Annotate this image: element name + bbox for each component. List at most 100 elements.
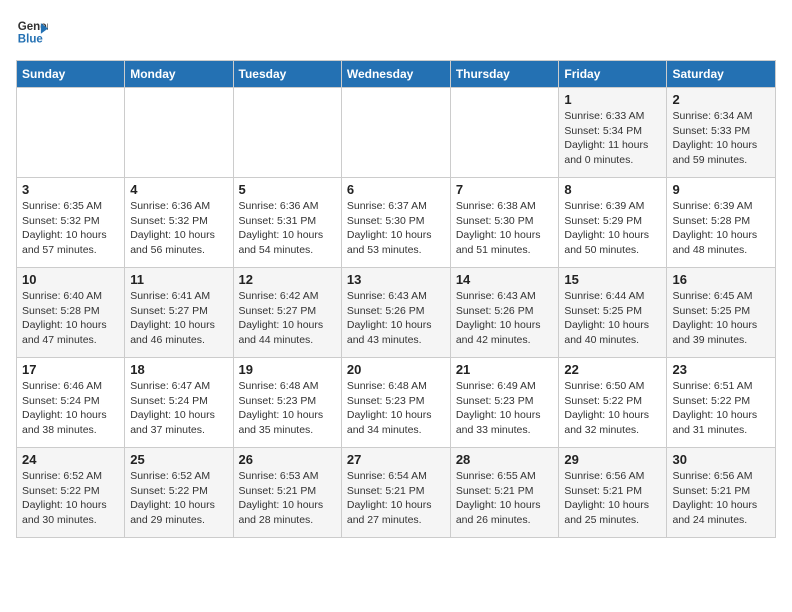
day-info: Sunrise: 6:36 AM Sunset: 5:31 PM Dayligh… [239,199,336,258]
day-info: Sunrise: 6:52 AM Sunset: 5:22 PM Dayligh… [130,469,227,528]
calendar-cell: 28 Sunrise: 6:55 AM Sunset: 5:21 PM Dayli… [450,448,559,538]
day-number: 12 [239,272,336,287]
day-number: 26 [239,452,336,467]
calendar-cell [450,88,559,178]
weekday-header-sunday: Sunday [17,61,125,88]
day-number: 3 [22,182,119,197]
day-number: 13 [347,272,445,287]
calendar-cell [17,88,125,178]
day-number: 21 [456,362,554,377]
day-info: Sunrise: 6:50 AM Sunset: 5:22 PM Dayligh… [564,379,661,438]
week-row-3: 10 Sunrise: 6:40 AM Sunset: 5:28 PM Dayli… [17,268,776,358]
day-number: 7 [456,182,554,197]
day-number: 29 [564,452,661,467]
day-number: 30 [672,452,770,467]
day-info: Sunrise: 6:33 AM Sunset: 5:34 PM Dayligh… [564,109,661,168]
page-header: General Blue [16,16,776,48]
calendar-cell: 2 Sunrise: 6:34 AM Sunset: 5:33 PM Daylig… [667,88,776,178]
day-info: Sunrise: 6:56 AM Sunset: 5:21 PM Dayligh… [564,469,661,528]
day-info: Sunrise: 6:41 AM Sunset: 5:27 PM Dayligh… [130,289,227,348]
calendar-cell: 6 Sunrise: 6:37 AM Sunset: 5:30 PM Daylig… [341,178,450,268]
day-number: 24 [22,452,119,467]
weekday-header-wednesday: Wednesday [341,61,450,88]
day-number: 4 [130,182,227,197]
calendar-cell: 15 Sunrise: 6:44 AM Sunset: 5:25 PM Dayli… [559,268,667,358]
day-info: Sunrise: 6:53 AM Sunset: 5:21 PM Dayligh… [239,469,336,528]
svg-text:Blue: Blue [18,34,44,46]
day-info: Sunrise: 6:43 AM Sunset: 5:26 PM Dayligh… [347,289,445,348]
day-number: 16 [672,272,770,287]
day-number: 2 [672,92,770,107]
day-number: 11 [130,272,227,287]
day-number: 9 [672,182,770,197]
calendar-cell: 17Sunrise: 6:46 AM Sunset: 5:24 PM Dayli… [17,358,125,448]
day-info: Sunrise: 6:43 AM Sunset: 5:26 PM Dayligh… [456,289,554,348]
day-number: 10 [22,272,119,287]
calendar-cell: 30 Sunrise: 6:56 AM Sunset: 5:21 PM Dayli… [667,448,776,538]
day-info: Sunrise: 6:48 AM Sunset: 5:23 PM Dayligh… [347,379,445,438]
calendar-cell: 21 Sunrise: 6:49 AM Sunset: 5:23 PM Dayli… [450,358,559,448]
weekday-header-saturday: Saturday [667,61,776,88]
day-info: Sunrise: 6:48 AM Sunset: 5:23 PM Dayligh… [239,379,336,438]
day-info: Sunrise: 6:34 AM Sunset: 5:33 PM Dayligh… [672,109,770,168]
day-info: Sunrise: 6:44 AM Sunset: 5:25 PM Dayligh… [564,289,661,348]
calendar-cell: 4 Sunrise: 6:36 AM Sunset: 5:32 PM Daylig… [125,178,233,268]
weekday-header-friday: Friday [559,61,667,88]
day-info: Sunrise: 6:51 AM Sunset: 5:22 PM Dayligh… [672,379,770,438]
day-info: Sunrise: 6:39 AM Sunset: 5:29 PM Dayligh… [564,199,661,258]
calendar-cell: 3 Sunrise: 6:35 AM Sunset: 5:32 PM Daylig… [17,178,125,268]
calendar-cell: 24 Sunrise: 6:52 AM Sunset: 5:22 PM Dayli… [17,448,125,538]
calendar-cell: 8Sunrise: 6:39 AM Sunset: 5:29 PM Daylig… [559,178,667,268]
day-number: 18 [130,362,227,377]
calendar-cell: 29 Sunrise: 6:56 AM Sunset: 5:21 PM Dayli… [559,448,667,538]
calendar-cell: 10 Sunrise: 6:40 AM Sunset: 5:28 PM Dayli… [17,268,125,358]
day-info: Sunrise: 6:56 AM Sunset: 5:21 PM Dayligh… [672,469,770,528]
day-number: 22 [564,362,661,377]
day-number: 14 [456,272,554,287]
calendar-cell: 9 Sunrise: 6:39 AM Sunset: 5:28 PM Daylig… [667,178,776,268]
weekday-header-monday: Monday [125,61,233,88]
week-row-4: 17Sunrise: 6:46 AM Sunset: 5:24 PM Dayli… [17,358,776,448]
day-info: Sunrise: 6:35 AM Sunset: 5:32 PM Dayligh… [22,199,119,258]
day-info: Sunrise: 6:36 AM Sunset: 5:32 PM Dayligh… [130,199,227,258]
calendar-cell [233,88,341,178]
day-number: 6 [347,182,445,197]
week-row-2: 3 Sunrise: 6:35 AM Sunset: 5:32 PM Daylig… [17,178,776,268]
calendar-cell: 19 Sunrise: 6:48 AM Sunset: 5:23 PM Dayli… [233,358,341,448]
calendar-cell: 7 Sunrise: 6:38 AM Sunset: 5:30 PM Daylig… [450,178,559,268]
week-row-1: 1 Sunrise: 6:33 AM Sunset: 5:34 PM Daylig… [17,88,776,178]
calendar-cell: 13 Sunrise: 6:43 AM Sunset: 5:26 PM Dayli… [341,268,450,358]
week-row-5: 24 Sunrise: 6:52 AM Sunset: 5:22 PM Dayli… [17,448,776,538]
day-info: Sunrise: 6:38 AM Sunset: 5:30 PM Dayligh… [456,199,554,258]
day-number: 27 [347,452,445,467]
day-info: Sunrise: 6:39 AM Sunset: 5:28 PM Dayligh… [672,199,770,258]
day-number: 19 [239,362,336,377]
day-number: 15 [564,272,661,287]
day-info: Sunrise: 6:37 AM Sunset: 5:30 PM Dayligh… [347,199,445,258]
day-number: 20 [347,362,445,377]
day-info: Sunrise: 6:54 AM Sunset: 5:21 PM Dayligh… [347,469,445,528]
calendar-cell: 26 Sunrise: 6:53 AM Sunset: 5:21 PM Dayli… [233,448,341,538]
calendar-cell: 12Sunrise: 6:42 AM Sunset: 5:27 PM Dayli… [233,268,341,358]
day-info: Sunrise: 6:55 AM Sunset: 5:21 PM Dayligh… [456,469,554,528]
calendar-cell: 25Sunrise: 6:52 AM Sunset: 5:22 PM Dayli… [125,448,233,538]
calendar-cell [125,88,233,178]
day-info: Sunrise: 6:45 AM Sunset: 5:25 PM Dayligh… [672,289,770,348]
day-number: 28 [456,452,554,467]
calendar-cell: 11 Sunrise: 6:41 AM Sunset: 5:27 PM Dayli… [125,268,233,358]
day-info: Sunrise: 6:40 AM Sunset: 5:28 PM Dayligh… [22,289,119,348]
calendar-cell: 16 Sunrise: 6:45 AM Sunset: 5:25 PM Dayli… [667,268,776,358]
calendar-cell: 5 Sunrise: 6:36 AM Sunset: 5:31 PM Daylig… [233,178,341,268]
weekday-header-tuesday: Tuesday [233,61,341,88]
logo-icon: General Blue [16,16,48,48]
day-info: Sunrise: 6:49 AM Sunset: 5:23 PM Dayligh… [456,379,554,438]
day-number: 5 [239,182,336,197]
calendar-cell: 1 Sunrise: 6:33 AM Sunset: 5:34 PM Daylig… [559,88,667,178]
day-number: 1 [564,92,661,107]
day-number: 17 [22,362,119,377]
weekday-header-row: SundayMondayTuesdayWednesdayThursdayFrid… [17,61,776,88]
calendar-table: SundayMondayTuesdayWednesdayThursdayFrid… [16,60,776,538]
day-info: Sunrise: 6:52 AM Sunset: 5:22 PM Dayligh… [22,469,119,528]
weekday-header-thursday: Thursday [450,61,559,88]
calendar-cell: 20 Sunrise: 6:48 AM Sunset: 5:23 PM Dayli… [341,358,450,448]
